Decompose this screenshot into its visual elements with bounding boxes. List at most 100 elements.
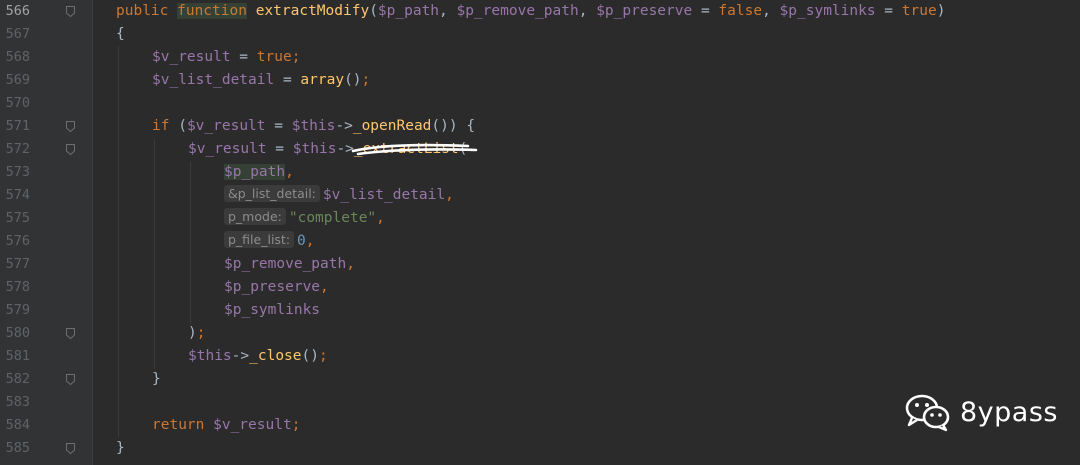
fold-marker-icon[interactable]: [66, 328, 75, 339]
line-number: 568: [5, 49, 30, 65]
code-text: $p_symlinks: [224, 299, 320, 322]
code-token: {: [116, 26, 125, 42]
code-token: $p_preserve: [224, 279, 321, 295]
code-token: (: [369, 3, 378, 19]
parameter-hint: &p_list_detail:: [224, 185, 320, 202]
code-token: ;: [318, 348, 328, 364]
code-line[interactable]: 567 {: [0, 23, 1080, 46]
code-text: {: [116, 23, 125, 46]
parameter-hint: p_mode:: [224, 208, 286, 225]
code-token: (): [301, 348, 319, 364]
code-token: ->: [231, 348, 250, 364]
code-token: $v_result: [152, 49, 231, 65]
code-token: ,: [578, 3, 597, 19]
line-number: 569: [5, 72, 30, 88]
code-line[interactable]: 570: [0, 92, 1080, 115]
code-token: $v_result: [186, 118, 266, 134]
code-token: ,: [762, 3, 780, 19]
code-token: $v_list_detail: [152, 72, 275, 88]
code-token: public: [116, 3, 178, 19]
line-number: 567: [5, 26, 30, 42]
code-token: ,: [285, 164, 294, 180]
watermark-text: 8ypass: [960, 396, 1058, 428]
code-token: ;: [291, 49, 301, 65]
code-token: $p_remove_path: [456, 3, 579, 19]
code-text: $p_preserve,: [224, 276, 329, 299]
code-line[interactable]: 575 p_mode: "complete",: [0, 207, 1080, 230]
line-number: 576: [5, 233, 30, 249]
code-token: extractModify: [255, 3, 370, 19]
fold-marker-icon[interactable]: [66, 443, 75, 454]
code-text: public function extractModify($p_path, $…: [116, 0, 945, 23]
code-line[interactable]: 576 p_file_list: 0,: [0, 230, 1080, 253]
code-text: p_mode: "complete",: [224, 207, 385, 230]
code-token: $p_remove_path: [224, 256, 347, 272]
code-token: ()) {: [431, 118, 476, 134]
code-token: "complete": [288, 210, 377, 226]
code-token: $v_list_detail: [322, 187, 446, 203]
code-token: ,: [320, 279, 329, 295]
code-token: 0: [297, 233, 306, 249]
fold-marker-icon[interactable]: [66, 121, 75, 132]
line-number: 582: [5, 371, 30, 387]
code-token: ;: [361, 72, 371, 88]
fold-marker-icon[interactable]: [66, 144, 75, 155]
code-token: $p_path: [377, 3, 440, 19]
code-token: _close: [249, 348, 302, 364]
code-token: }: [152, 371, 161, 387]
code-text: &p_list_detail: $v_list_detail,: [224, 184, 454, 207]
code-text: p_file_list: 0,: [224, 230, 315, 253]
code-line[interactable]: 568 $v_result = true;: [0, 46, 1080, 69]
code-line[interactable]: 577 $p_remove_path,: [0, 253, 1080, 276]
code-token: =: [875, 3, 902, 19]
line-number: 580: [5, 325, 30, 341]
code-line[interactable]: 573 $p_path,: [0, 161, 1080, 184]
code-text: return $v_result;: [152, 414, 300, 437]
code-token: function: [177, 3, 247, 19]
line-number: 579: [5, 302, 30, 318]
code-token: return: [152, 417, 214, 433]
code-line[interactable]: 582}: [0, 368, 1080, 391]
code-token: $this: [188, 348, 232, 364]
code-token: =: [692, 3, 719, 19]
code-token: ,: [376, 210, 385, 226]
code-token: $p_preserve: [596, 3, 693, 19]
fold-marker-icon[interactable]: [66, 374, 75, 385]
code-token: $v_result: [188, 141, 267, 157]
code-text: $v_list_detail = array();: [152, 69, 370, 92]
code-line[interactable]: 581 $this->_close();: [0, 345, 1080, 368]
code-line[interactable]: 569 $v_list_detail = array();: [0, 69, 1080, 92]
indent-guide: [118, 46, 119, 437]
code-line[interactable]: 580);: [0, 322, 1080, 345]
code-token: =: [266, 141, 293, 157]
line-number: 570: [5, 95, 30, 111]
code-line[interactable]: 579 $p_symlinks: [0, 299, 1080, 322]
code-text: $p_remove_path,: [224, 253, 355, 276]
code-line[interactable]: 585}: [0, 437, 1080, 460]
code-line[interactable]: 572 $v_result = $this->_extractList(: [0, 138, 1080, 161]
line-number: 584: [5, 417, 30, 433]
code-line[interactable]: 571 if ($v_result = $this->_openRead()) {: [0, 115, 1080, 138]
code-line[interactable]: 578 $p_preserve,: [0, 276, 1080, 299]
code-token: ,: [439, 3, 457, 19]
code-token: $p_symlinks: [779, 3, 876, 19]
code-token: array: [300, 72, 345, 88]
code-token: =: [230, 49, 257, 65]
line-number: 577: [5, 256, 30, 272]
wechat-icon: [905, 394, 950, 432]
line-number: 575: [5, 210, 30, 226]
line-number: 578: [5, 279, 30, 295]
code-token: (: [178, 118, 187, 134]
line-number: 566: [5, 3, 30, 19]
code-token: ): [188, 325, 197, 341]
line-number: 574: [5, 187, 30, 203]
code-line[interactable]: 574 &p_list_detail: $v_list_detail,: [0, 184, 1080, 207]
code-token: $v_result: [213, 417, 292, 433]
code-token: ,: [305, 233, 315, 249]
code-token: $this: [291, 118, 336, 134]
code-text: );: [188, 322, 205, 345]
code-line[interactable]: 566 public function extractModify($p_path…: [0, 0, 1080, 23]
fold-marker-icon[interactable]: [66, 6, 75, 17]
code-token: _openRead: [352, 118, 432, 134]
